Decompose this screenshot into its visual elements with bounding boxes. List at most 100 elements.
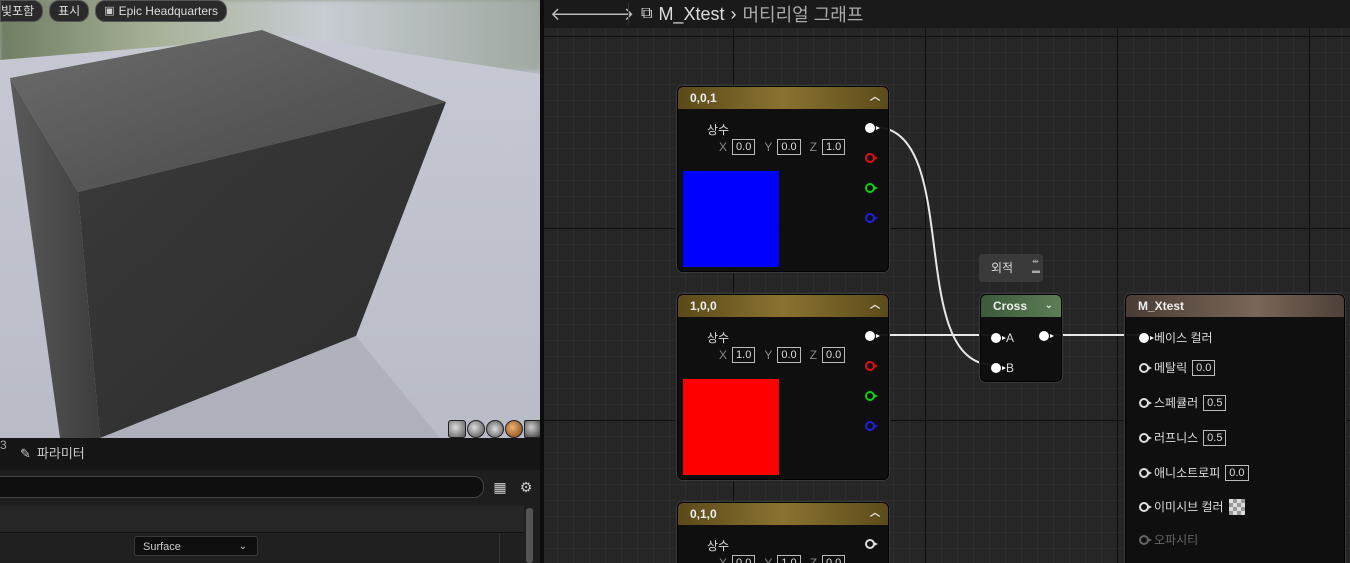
- pin-icon: [865, 361, 878, 371]
- details-tab-fragment[interactable]: 3: [0, 438, 8, 470]
- metallic-value-field[interactable]: 0.0: [1192, 359, 1216, 376]
- settings-gear-icon[interactable]: ⚙: [516, 479, 536, 496]
- constant3vector-node-blue[interactable]: 0,0,1 ︿ 상수 X 0.0 Y 0.0 Z 1.0: [677, 86, 889, 272]
- output-label: 상수: [707, 331, 730, 345]
- sphere-mesh-icon[interactable]: [467, 420, 485, 438]
- chevron-down-icon: ⌄: [238, 541, 247, 552]
- output-label: 상수: [707, 123, 730, 137]
- material-preview-viewport[interactable]: 빛포함 표시 ▣ Epic Headquarters: [0, 0, 540, 438]
- specular-value-field[interactable]: 0.5: [1203, 394, 1227, 411]
- pin-icon: [865, 421, 878, 431]
- x-value-field[interactable]: 0.0: [732, 555, 756, 563]
- output-pin-rgb[interactable]: [865, 539, 878, 549]
- output-pin-g[interactable]: [865, 391, 878, 401]
- x-value-field[interactable]: 0.0: [732, 139, 756, 155]
- node-header[interactable]: Cross ⌄: [981, 295, 1061, 317]
- z-value-field[interactable]: 0.0: [821, 555, 846, 563]
- pin-icon: [865, 539, 878, 549]
- details-tabbar: 3 ✎ 파라미터: [0, 438, 540, 470]
- pin-label: A: [1006, 331, 1015, 345]
- anisotropy-value-field[interactable]: 0.0: [1225, 464, 1249, 481]
- pin-icon: [865, 183, 878, 193]
- output-pin-r[interactable]: [865, 153, 878, 163]
- photo-icon: ▣: [104, 5, 115, 17]
- pin-icon: [1139, 432, 1152, 443]
- pin-icon: [991, 363, 1006, 373]
- y-value-field[interactable]: 1.0: [777, 555, 801, 563]
- chevron-down-icon[interactable]: ⌄: [1045, 295, 1053, 317]
- cube-mesh-icon[interactable]: [505, 420, 523, 438]
- plane-mesh-icon[interactable]: [486, 420, 504, 438]
- input-metallic[interactable]: 메탈릭 0.0: [1139, 359, 1216, 376]
- node-header[interactable]: 0,1,0 ︿: [678, 503, 888, 525]
- x-value-field[interactable]: 1.0: [732, 347, 756, 363]
- node-title: M_Xtest: [1138, 299, 1185, 313]
- output-pin-rgb[interactable]: [865, 123, 880, 133]
- details-tab-fragment-label: 3: [0, 438, 7, 452]
- details-scrollbar[interactable]: [526, 508, 533, 563]
- details-panel: 3 ✎ 파라미터 ▦ ⚙ Surface ⌄: [0, 438, 540, 563]
- node-title: 0,1,0: [690, 507, 717, 521]
- input-opacity[interactable]: 오파시티: [1139, 531, 1198, 548]
- input-pin-b[interactable]: B: [991, 361, 1014, 375]
- cylinder-mesh-icon[interactable]: [448, 420, 466, 438]
- tab-parameters[interactable]: ✎ 파라미터: [8, 438, 97, 470]
- collapse-icon[interactable]: ︿: [870, 295, 880, 317]
- output-pin-b[interactable]: [865, 421, 878, 431]
- comment-pin-icon[interactable]: ⇹ ▬: [1032, 257, 1040, 275]
- collapse-icon[interactable]: ︿: [870, 503, 880, 525]
- node-comment-bubble[interactable]: 외적 ⇹ ▬: [979, 254, 1043, 282]
- node-header[interactable]: 0,0,1 ︿: [678, 87, 888, 109]
- x-label: X: [719, 348, 728, 362]
- lit-mode-button[interactable]: 빛포함: [0, 0, 44, 22]
- environment-button[interactable]: ▣ Epic Headquarters: [95, 0, 228, 22]
- output-label-row: 상수: [707, 537, 729, 554]
- details-search-row: ▦ ⚙: [0, 470, 540, 504]
- details-property-row: [0, 533, 524, 561]
- material-domain-dropdown[interactable]: Surface ⌄: [134, 536, 258, 556]
- custom-mesh-icon[interactable]: [524, 420, 540, 438]
- color-preview-swatch: [683, 379, 779, 475]
- input-pin-a[interactable]: A: [991, 331, 1014, 345]
- y-value-field[interactable]: 0.0: [777, 347, 801, 363]
- z-label: Z: [809, 140, 817, 154]
- input-specular[interactable]: 스페큘러 0.5: [1139, 394, 1227, 411]
- preview-scene: [0, 30, 540, 438]
- cross-product-node[interactable]: Cross ⌄ A B: [980, 294, 1062, 382]
- output-label: 상수: [707, 539, 730, 553]
- node-header[interactable]: 1,0,0 ︿: [678, 295, 888, 317]
- wire-const1-to-cross-b: [873, 126, 995, 366]
- collapse-icon[interactable]: ︿: [870, 87, 880, 109]
- show-button[interactable]: 표시: [49, 0, 90, 22]
- material-result-node[interactable]: M_Xtest 베이스 컬러 메탈릭 0.0 스페큘러 0.5 러프니스 0.5 애니…: [1125, 294, 1345, 563]
- pin-icon: [1139, 362, 1152, 373]
- pin-label: 러프니스: [1154, 431, 1199, 445]
- output-pin-rgb[interactable]: [865, 331, 880, 341]
- pin-icon: [865, 213, 878, 223]
- emissive-color-swatch[interactable]: [1228, 498, 1245, 515]
- roughness-value-field[interactable]: 0.5: [1203, 429, 1227, 446]
- y-label: Y: [764, 348, 773, 362]
- output-pin-r[interactable]: [865, 361, 878, 371]
- y-value-field[interactable]: 0.0: [777, 139, 801, 155]
- output-pin-g[interactable]: [865, 183, 878, 193]
- details-search-input[interactable]: [0, 476, 484, 498]
- details-category-header[interactable]: [0, 506, 524, 533]
- pin-icon: [1039, 331, 1054, 341]
- input-base-color[interactable]: 베이스 컬러: [1139, 329, 1213, 346]
- preview-mesh-selector: [448, 420, 540, 438]
- z-value-field[interactable]: 0.0: [821, 347, 846, 363]
- table-view-icon[interactable]: ▦: [490, 479, 510, 496]
- output-pin[interactable]: [1039, 331, 1054, 341]
- x-label: X: [719, 140, 728, 154]
- constant3vector-node-red[interactable]: 1,0,0 ︿ 상수 X 1.0 Y 0.0 Z 0.0: [677, 294, 889, 480]
- material-graph-canvas[interactable]: 🡐 🡒 ⧉ M_Xtest › 머티리얼 그래프 0,0,1 ︿ 상수 X 0.0…: [544, 0, 1350, 563]
- input-emissive-color[interactable]: 이미시브 컬러: [1139, 498, 1245, 515]
- output-pin-b[interactable]: [865, 213, 878, 223]
- input-anisotropy[interactable]: 애니소트로피 0.0: [1139, 464, 1249, 481]
- input-roughness[interactable]: 러프니스 0.5: [1139, 429, 1227, 446]
- node-header[interactable]: M_Xtest: [1126, 295, 1344, 317]
- z-value-field[interactable]: 1.0: [821, 139, 846, 155]
- constant3vector-node-green[interactable]: 0,1,0 ︿ 상수 X 0.0 Y 1.0 Z 0.0: [677, 502, 889, 563]
- pin-label: 오파시티: [1154, 533, 1199, 547]
